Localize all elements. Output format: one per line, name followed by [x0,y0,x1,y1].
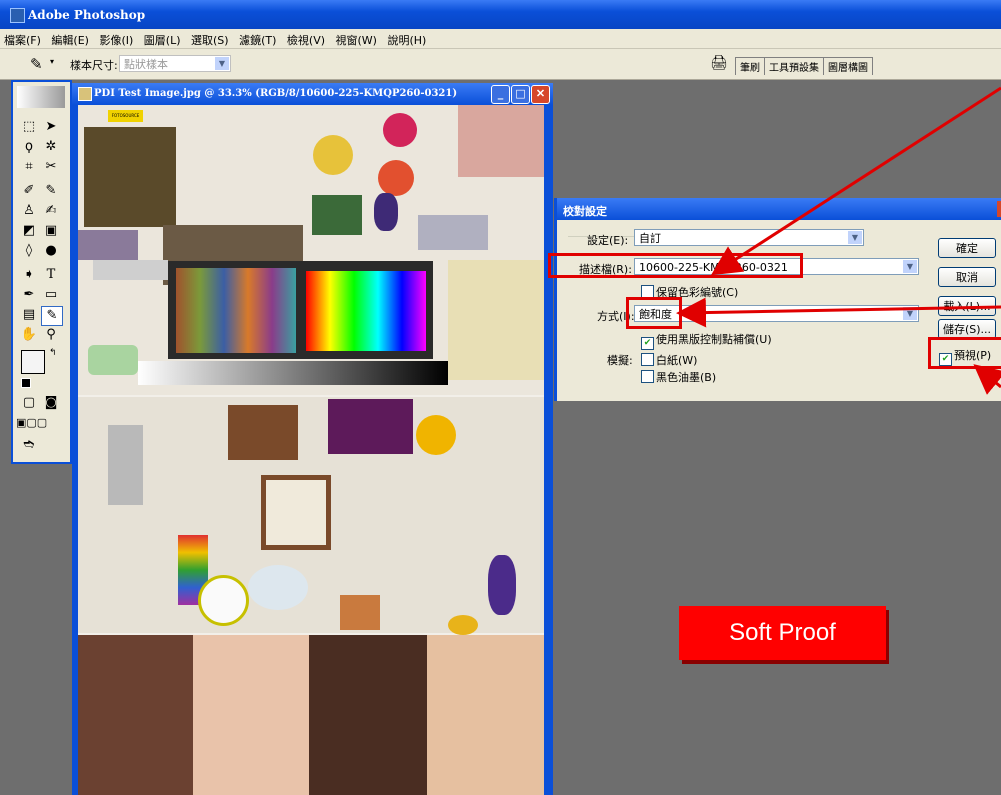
arrow-to-preview [973,364,1001,395]
arrow-to-profile [710,86,1001,276]
soft-proof-label: Soft Proof [679,606,886,660]
annotation-arrows [676,86,1001,395]
arrow-to-intent [676,297,1001,328]
